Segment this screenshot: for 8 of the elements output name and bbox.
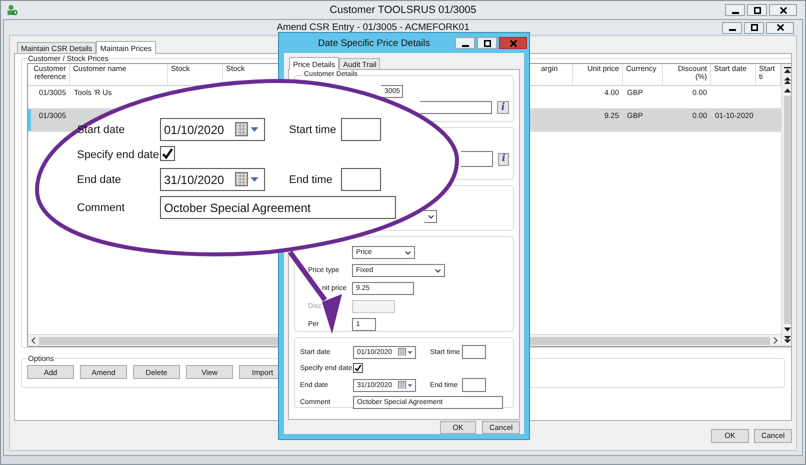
window-title: Customer TOOLSRUS 01/3005 bbox=[330, 4, 476, 16]
window-title: Date Specific Price Details bbox=[318, 38, 430, 48]
field-label: Start time bbox=[289, 124, 338, 136]
field-label: End time bbox=[289, 174, 334, 186]
field-label: Comment bbox=[77, 202, 126, 214]
field-label: Specify end date bbox=[77, 148, 160, 160]
window-title: Amend CSR Entry - 01/3005 - ACMEFORK01 bbox=[276, 22, 470, 33]
field-label: End date bbox=[77, 174, 122, 186]
